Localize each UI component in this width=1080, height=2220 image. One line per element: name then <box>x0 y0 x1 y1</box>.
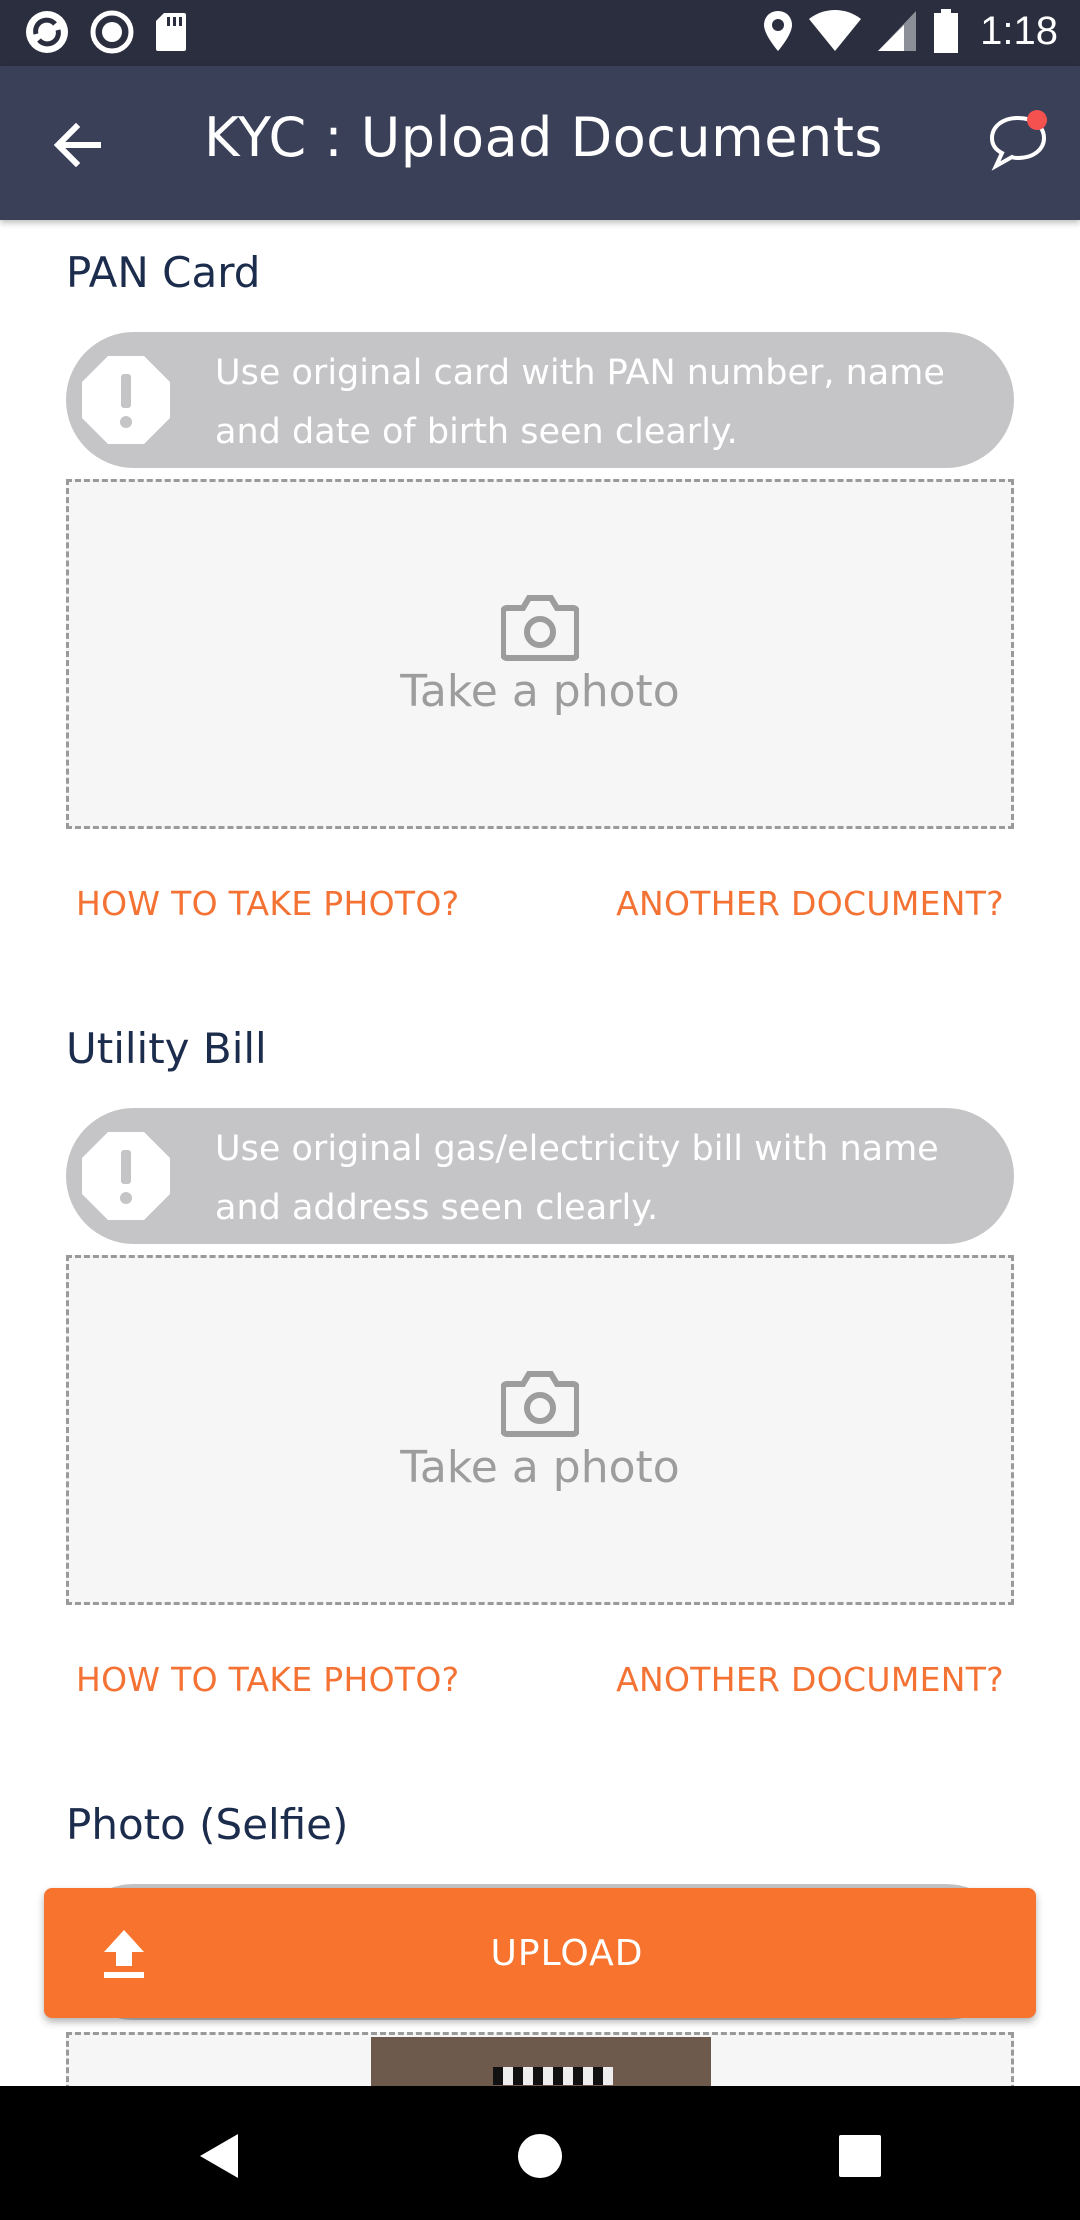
exclamation-octagon-icon <box>82 1132 170 1220</box>
status-time: 1:18 <box>980 8 1058 53</box>
note-text: Use original gas/electricity bill with n… <box>215 1129 939 1228</box>
how-to-take-photo-link[interactable]: HOW TO TAKE PHOTO? <box>76 1660 459 1699</box>
sync-icon <box>26 11 68 53</box>
photo-label: Take a photo <box>400 665 680 717</box>
info-note: Use original card with PAN number, name … <box>66 332 1014 468</box>
chat-button[interactable] <box>984 106 1054 176</box>
app-bar: KYC : Upload Documents <box>0 66 1080 220</box>
recents-square-icon <box>839 2135 881 2177</box>
section-photo-selfie: Photo (Selfie) <box>66 1800 1014 2086</box>
home-circle-icon <box>518 2134 562 2178</box>
nav-recents-button[interactable] <box>820 2116 900 2196</box>
section-pan-card: PAN Card Use original card with PAN numb… <box>66 248 1014 923</box>
photo-upload-area[interactable]: Take a photo <box>66 1255 1014 1605</box>
record-icon <box>90 10 134 54</box>
wifi-icon <box>809 10 862 51</box>
chat-bubble-icon <box>989 110 1047 171</box>
photo-label: Take a photo <box>400 1441 680 1493</box>
selfie-thumbnail <box>371 2037 711 2086</box>
nav-back-button[interactable] <box>180 2116 260 2196</box>
system-nav-bar <box>0 2086 1080 2220</box>
content: PAN Card Use original card with PAN numb… <box>0 220 1080 2086</box>
back-button[interactable] <box>42 110 112 180</box>
section-title: Photo (Selfie) <box>66 1800 349 1849</box>
camera-icon <box>501 594 579 661</box>
upload-button[interactable]: UPLOAD <box>44 1888 1036 2018</box>
photo-upload-area[interactable] <box>66 2032 1014 2086</box>
upload-label: UPLOAD <box>490 1932 644 1974</box>
section-title: PAN Card <box>66 248 261 297</box>
another-document-link[interactable]: ANOTHER DOCUMENT? <box>616 884 1004 923</box>
how-to-take-photo-link[interactable]: HOW TO TAKE PHOTO? <box>76 884 459 923</box>
sd-card-icon <box>156 13 186 51</box>
notification-dot <box>1027 110 1047 130</box>
battery-icon <box>934 9 959 53</box>
camera-icon <box>501 1370 579 1437</box>
note-text: Use original card with PAN number, name … <box>215 353 945 452</box>
checker-pattern <box>493 2067 613 2085</box>
page-title: KYC : Upload Documents <box>204 106 884 169</box>
exclamation-octagon-icon <box>82 356 170 444</box>
location-icon <box>764 11 793 51</box>
back-triangle-icon <box>200 2134 238 2178</box>
nav-home-button[interactable] <box>500 2116 580 2196</box>
another-document-link[interactable]: ANOTHER DOCUMENT? <box>616 1660 1004 1699</box>
section-utility-bill: Utility Bill Use original gas/electricit… <box>66 1024 1014 1699</box>
signal-icon <box>878 11 917 51</box>
arrow-left-icon <box>53 123 101 167</box>
info-note: Use original gas/electricity bill with n… <box>66 1108 1014 1244</box>
section-title: Utility Bill <box>66 1024 267 1073</box>
photo-upload-area[interactable]: Take a photo <box>66 479 1014 829</box>
status-bar: 1:18 <box>0 0 1080 66</box>
